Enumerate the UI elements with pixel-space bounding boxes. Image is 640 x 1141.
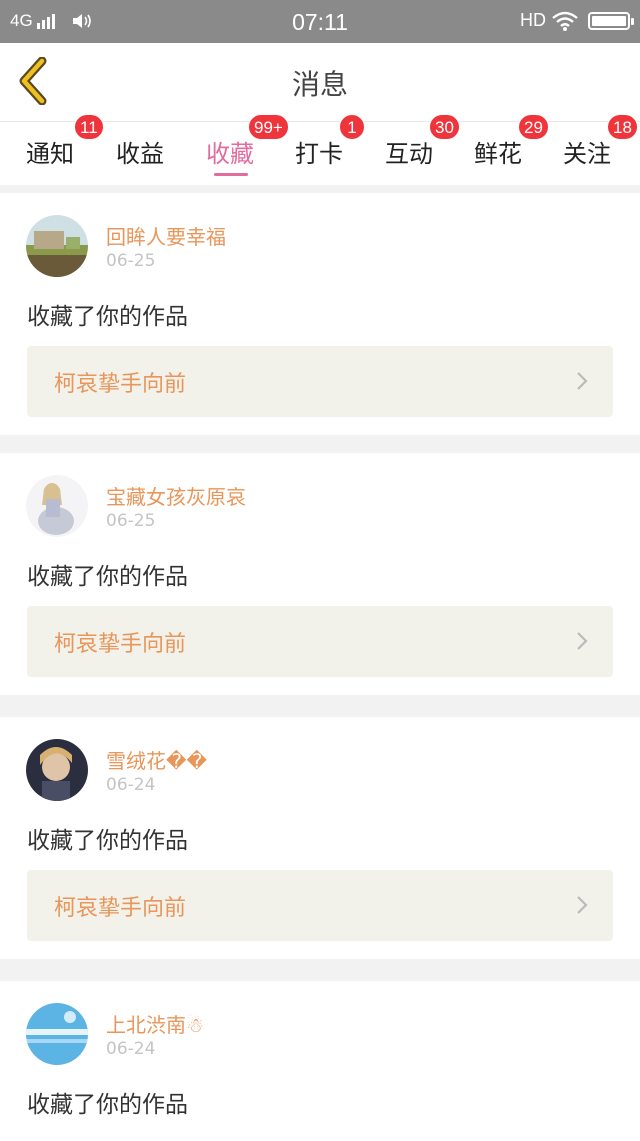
tab-label: 互动 <box>385 140 433 168</box>
header: 消息 <box>0 43 640 121</box>
username[interactable]: 回眸人要幸福 <box>106 221 226 250</box>
unread-badge: 99+ <box>248 114 289 140</box>
tab-interactions[interactable]: 互动 30 <box>385 114 460 186</box>
avatar[interactable] <box>26 1003 88 1065</box>
list-item: 回眸人要幸福 06-25 收藏了你的作品 柯哀挚手向前 <box>0 193 640 435</box>
work-link[interactable]: 柯哀挚手向前 <box>27 870 613 941</box>
username[interactable]: 雪绒花�� <box>106 745 207 774</box>
tab-favorites[interactable]: 收藏 99+ <box>206 114 289 186</box>
tab-checkin[interactable]: 打卡 1 <box>295 114 365 186</box>
chevron-right-icon <box>577 896 588 914</box>
work-link[interactable]: 柯哀挚手向前 <box>27 606 613 677</box>
unread-badge: 1 <box>339 114 365 140</box>
battery-icon <box>588 11 634 30</box>
tab-label: 通知 <box>26 140 74 168</box>
action-text: 收藏了你的作品 <box>27 304 188 330</box>
unread-badge: 18 <box>607 114 638 140</box>
work-link[interactable]: 柯哀挚手向前 <box>27 346 613 417</box>
unread-badge: 30 <box>429 114 460 140</box>
list-item: 宝藏女孩灰原哀 06-25 收藏了你的作品 柯哀挚手向前 <box>0 453 640 695</box>
timestamp: 06-25 <box>106 251 156 271</box>
tab-label: 关注 <box>563 140 611 168</box>
list-item: 上北渋南☃ 06-24 收藏了你的作品 <box>0 981 640 1141</box>
tab-label: 收藏 <box>206 140 254 168</box>
tab-earnings[interactable]: 收益 <box>116 122 168 186</box>
avatar[interactable] <box>26 739 88 801</box>
chevron-right-icon <box>577 632 588 650</box>
unread-badge: 29 <box>518 114 549 140</box>
tab-label: 打卡 <box>295 140 343 168</box>
tab-follows[interactable]: 关注 18 <box>563 114 638 186</box>
unread-badge: 11 <box>74 114 104 140</box>
username[interactable]: 上北渋南☃ <box>106 1009 204 1038</box>
hd-indicator: HD <box>520 10 546 30</box>
tab-flowers[interactable]: 鲜花 29 <box>474 114 549 186</box>
timestamp: 06-24 <box>106 1039 156 1059</box>
work-title: 柯哀挚手向前 <box>54 372 187 397</box>
username[interactable]: 宝藏女孩灰原哀 <box>106 481 246 510</box>
action-text: 收藏了你的作品 <box>27 564 188 590</box>
active-tab-indicator <box>214 173 248 176</box>
avatar[interactable] <box>26 215 88 277</box>
action-text: 收藏了你的作品 <box>27 828 188 854</box>
work-title: 柯哀挚手向前 <box>54 632 187 657</box>
list-item: 雪绒花�� 06-24 收藏了你的作品 柯哀挚手向前 <box>0 717 640 959</box>
chevron-right-icon <box>577 372 588 390</box>
tab-label: 鲜花 <box>474 140 522 168</box>
timestamp: 06-24 <box>106 775 156 795</box>
work-title: 柯哀挚手向前 <box>54 896 187 921</box>
page-title: 消息 <box>291 68 348 101</box>
avatar[interactable] <box>26 475 88 537</box>
status-bar: 4G 07:11 HD <box>0 0 640 43</box>
tab-notifications[interactable]: 通知 11 <box>26 114 104 186</box>
tab-bar: 通知 11 收益 收藏 99+ 打卡 1 互动 30 鲜花 29 关注 18 <box>0 114 640 186</box>
action-text: 收藏了你的作品 <box>27 1092 188 1118</box>
wifi-icon <box>552 11 578 31</box>
timestamp: 06-25 <box>106 511 156 531</box>
tab-label: 收益 <box>116 140 164 168</box>
